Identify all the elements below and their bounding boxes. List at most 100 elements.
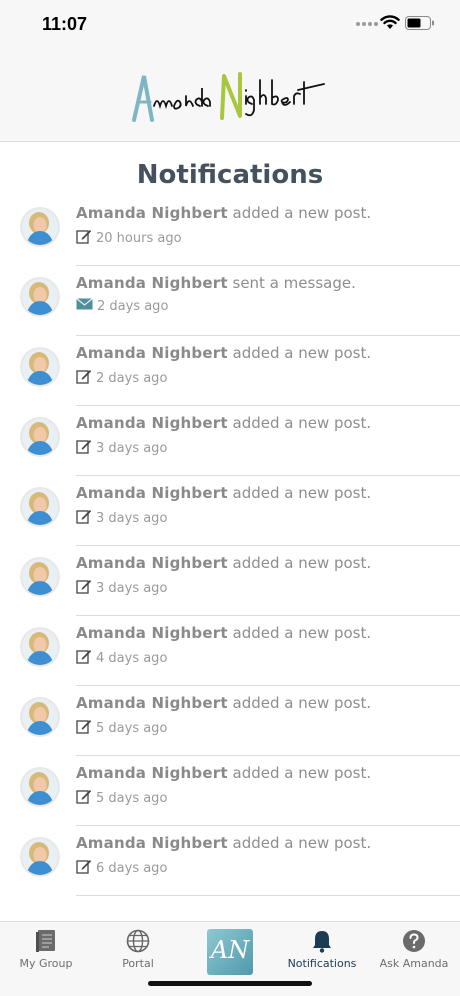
notification-action: added a new post. [232,694,372,712]
notification-list: Amanda Nighbert added a new post. 20 hou… [0,196,460,896]
notification-action: added a new post. [232,624,372,642]
envelope-icon [76,298,93,314]
avatar [20,837,60,877]
status-time: 11:07 [42,14,88,34]
book-icon [36,930,55,952]
notification-author: Amanda Nighbert [76,484,228,502]
notification-meta: 5 days ago [76,788,167,808]
notification-time: 3 days ago [96,510,168,526]
notification-meta: 6 days ago [76,858,167,878]
cellular-signal-icon [356,22,378,26]
notification-author: Amanda Nighbert [76,344,228,362]
notification-text: Amanda Nighbert sent a message. [76,274,356,292]
notification-text: Amanda Nighbert added a new post. [76,764,371,782]
notification-action: sent a message. [232,274,356,292]
notification-meta: 3 days ago [76,578,167,598]
bell-icon [313,931,331,953]
notification-item[interactable]: Amanda Nighbert added a new post. 2 days… [0,336,460,406]
notification-item[interactable]: Amanda Nighbert added a new post. 3 days… [0,546,460,616]
edit-icon [76,508,92,528]
notification-item[interactable]: Amanda Nighbert added a new post. 5 days… [0,686,460,756]
home-indicator [148,981,312,986]
edit-icon [76,788,92,808]
notification-time: 5 days ago [96,720,168,736]
notification-time: 20 hours ago [96,230,182,246]
tab-ask-amanda[interactable]: Ask Amanda [368,922,460,982]
notification-action: added a new post. [232,344,372,362]
notification-author: Amanda Nighbert [76,554,228,572]
notification-action: added a new post. [232,204,372,222]
notification-author: Amanda Nighbert [76,764,228,782]
notification-action: added a new post. [232,834,372,852]
brand-logo-artwork [132,72,325,122]
status-bar: 11:07 [0,0,460,50]
avatar [20,277,60,317]
tab-my-group[interactable]: My Group [0,922,92,982]
divider [76,895,460,896]
edit-icon [76,648,92,668]
tab-notifications[interactable]: Notifications [276,922,368,982]
wifi-icon [380,15,400,29]
app-logo-tab[interactable]: AN [207,929,253,975]
avatar [20,417,60,457]
avatar [20,627,60,667]
notification-author: Amanda Nighbert [76,694,228,712]
tab-portal[interactable]: Portal [92,922,184,982]
notification-meta: 2 days ago [76,368,167,388]
tab-label: Notifications [287,957,357,970]
notification-item[interactable]: Amanda Nighbert added a new post. 6 days… [0,826,460,896]
notification-author: Amanda Nighbert [76,624,228,642]
notification-time: 2 days ago [96,370,168,386]
notification-item[interactable]: Amanda Nighbert added a new post. 3 days… [0,406,460,476]
tab-label: Ask Amanda [379,957,449,970]
avatar [20,767,60,807]
notification-meta: 3 days ago [76,508,167,528]
battery-icon [405,16,434,30]
notification-action: added a new post. [232,554,372,572]
notification-action: added a new post. [232,764,372,782]
edit-icon [76,228,92,248]
question-icon [403,930,425,952]
avatar [20,487,60,527]
notification-text: Amanda Nighbert added a new post. [76,484,371,502]
notification-text: Amanda Nighbert added a new post. [76,344,371,362]
edit-icon [76,368,92,388]
tab-label: Portal [122,957,154,970]
notification-item[interactable]: Amanda Nighbert sent a message. 2 days a… [0,266,460,336]
brand-logo-text: Amanda Nighbert [332,68,333,69]
notification-meta: 3 days ago [76,438,167,458]
page-title: Notifications [136,160,324,190]
notification-item[interactable]: Amanda Nighbert added a new post. 3 days… [0,476,460,546]
app-header: Amanda Nighbert [0,50,460,142]
notification-text: Amanda Nighbert added a new post. [76,554,371,572]
notification-meta: 5 days ago [76,718,167,738]
notification-item[interactable]: Amanda Nighbert added a new post. 5 days… [0,756,460,826]
tab-label: My Group [19,957,73,970]
app-logo-text: AN [210,936,250,964]
avatar [20,557,60,597]
edit-icon [76,578,92,598]
brand-logo: Amanda Nighbert [128,68,332,126]
globe-icon [126,929,150,953]
notification-meta: 4 days ago [76,648,167,668]
avatar [20,347,60,387]
edit-icon [76,438,92,458]
notification-time: 5 days ago [96,790,168,806]
edit-icon [76,858,92,878]
notification-text: Amanda Nighbert added a new post. [76,414,371,432]
notification-text: Amanda Nighbert added a new post. [76,694,371,712]
notification-time: 3 days ago [96,580,168,596]
notification-author: Amanda Nighbert [76,274,228,292]
avatar [20,207,60,247]
notification-text: Amanda Nighbert added a new post. [76,204,371,222]
notification-time: 6 days ago [96,860,168,876]
notification-time: 4 days ago [96,650,168,666]
notification-action: added a new post. [232,414,372,432]
notification-item[interactable]: Amanda Nighbert added a new post. 4 days… [0,616,460,686]
notification-text: Amanda Nighbert added a new post. [76,834,371,852]
notification-author: Amanda Nighbert [76,204,228,222]
notification-meta: 2 days ago [76,298,168,314]
notification-time: 3 days ago [96,440,168,456]
notification-item[interactable]: Amanda Nighbert added a new post. 20 hou… [0,196,460,266]
notification-meta: 20 hours ago [76,228,182,248]
